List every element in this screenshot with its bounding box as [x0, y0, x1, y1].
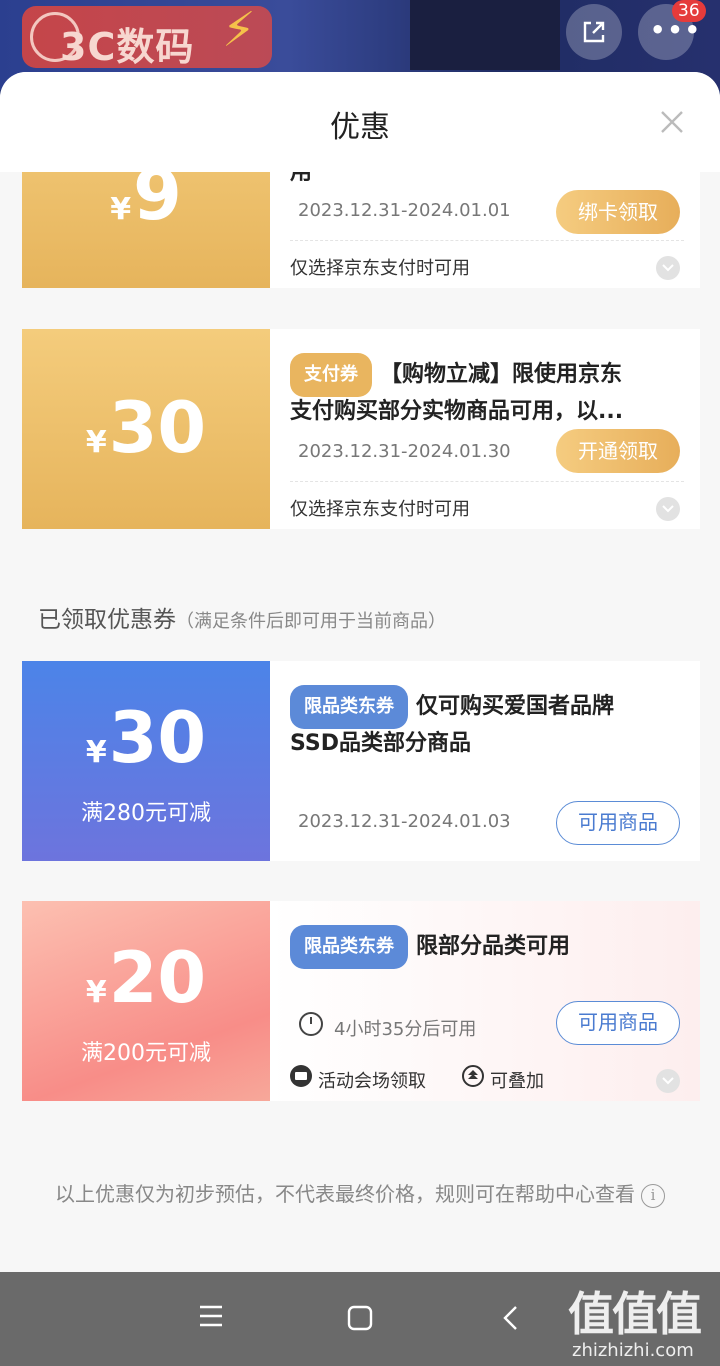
coupon-description-line2: SSD品类部分商品: [290, 731, 471, 756]
coupon-details: 限品类东券 仅可购买爱国者品牌 SSD品类部分商品 2023.12.31-2024…: [270, 661, 700, 861]
stack-icon: [462, 1065, 484, 1087]
coupon-tag: 支付券: [290, 353, 372, 397]
notification-badge: 36: [672, 0, 706, 22]
coupon-condition: 满280元可减: [81, 801, 211, 826]
coupon-card: ¥30 支付券 【购物立减】限使用京东 支付购买部分实物商品可用，以... 202…: [22, 329, 700, 529]
coupon-date: 2023.12.31-2024.01.03: [298, 811, 511, 832]
available-products-button[interactable]: 可用商品: [556, 1001, 680, 1045]
info-icon[interactable]: i: [641, 1183, 665, 1208]
coupon-date: 2023.12.31-2024.01.30: [298, 441, 511, 462]
system-nav-bar: 值值值 zhizhizhi.com: [0, 1272, 720, 1366]
chevron-down-icon: [662, 264, 674, 272]
coupon-note: 仅选择京东支付时可用: [290, 499, 470, 520]
disclaimer-note: 以上优惠仅为初步预估，不代表最终价格，规则可在帮助中心查看 i: [50, 1178, 670, 1210]
coupon-description: 限品类东券 仅可购买爱国者品牌: [290, 685, 680, 729]
product-image: [410, 0, 560, 70]
coupon-card: ¥20 满200元可减 限品类东券 限部分品类可用 4小时35分后可用 可用商品 …: [22, 901, 700, 1101]
coupon-sheet: ¥9 用 2023.12.31-2024.01.01 绑卡领取 仅选择京东支付时…: [0, 72, 720, 1272]
share-button[interactable]: [566, 4, 622, 60]
sheet-title: 优惠: [330, 110, 390, 145]
coupon-date: 2023.12.31-2024.01.01: [298, 200, 511, 221]
coupon-tag: 限品类东券: [290, 925, 408, 969]
watermark: 值值值 zhizhizhi.com: [568, 1287, 702, 1361]
share-icon: [583, 21, 605, 43]
home-icon[interactable]: [346, 1304, 374, 1332]
expand-button[interactable]: [656, 497, 680, 521]
coupon-source: 活动会场领取: [318, 1071, 426, 1092]
coupon-amount: ¥30: [85, 697, 207, 779]
coupon-condition: 满200元可减: [81, 1041, 211, 1066]
open-claim-button[interactable]: 开通领取: [556, 429, 680, 473]
coupon-card: ¥30 满280元可减 限品类东券 仅可购买爱国者品牌 SSD品类部分商品 202…: [22, 661, 700, 861]
coupon-description-line2: 支付购买部分实物商品可用，以...: [290, 399, 624, 424]
coupon-note: 仅选择京东支付时可用: [290, 258, 470, 279]
coupon-details: 限品类东券 限部分品类可用 4小时35分后可用 可用商品 活动会场领取 可叠加: [270, 901, 700, 1101]
expand-button[interactable]: [656, 1069, 680, 1093]
bind-card-claim-button[interactable]: 绑卡领取: [556, 190, 680, 234]
chevron-down-icon: [662, 505, 674, 513]
coupon-amount: ¥30: [85, 387, 207, 469]
ticket-icon: [290, 1065, 312, 1087]
coupon-amount-panel: ¥30: [22, 329, 270, 529]
clock-icon: [299, 1012, 323, 1036]
banner-text: 3C数码: [60, 25, 195, 69]
coupon-tag: 限品类东券: [290, 685, 408, 729]
chevron-down-icon: [662, 1077, 674, 1085]
coupon-description: 支付券 【购物立减】限使用京东: [290, 353, 680, 397]
coupon-amount: ¥20: [85, 937, 207, 1019]
menu-icon[interactable]: [198, 1304, 224, 1328]
close-icon[interactable]: [656, 106, 688, 138]
sheet-header: 优惠: [0, 72, 720, 172]
coupon-stackable: 可叠加: [490, 1071, 544, 1092]
expand-button[interactable]: [656, 256, 680, 280]
coupon-description: 限品类东券 限部分品类可用: [290, 925, 680, 969]
coupon-details: 支付券 【购物立减】限使用京东 支付购买部分实物商品可用，以... 2023.12…: [270, 329, 700, 529]
received-coupons-heading: 已领取优惠券（满足条件后即可用于当前商品）: [38, 607, 446, 633]
coupon-timer: 4小时35分后可用: [334, 1019, 477, 1040]
bolt-icon: ⚡: [222, 2, 256, 58]
available-products-button[interactable]: 可用商品: [556, 801, 680, 845]
coupon-amount-panel: ¥20 满200元可减: [22, 901, 270, 1101]
back-icon[interactable]: [500, 1304, 520, 1332]
coupon-amount-panel: ¥30 满280元可减: [22, 661, 270, 861]
